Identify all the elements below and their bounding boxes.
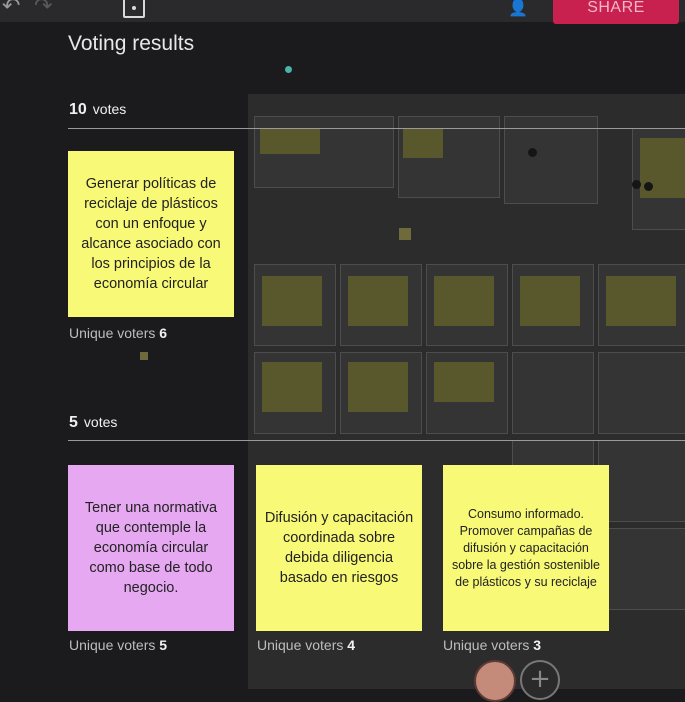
board-dot	[285, 66, 292, 73]
group-divider	[68, 128, 685, 129]
redo-icon[interactable]: ↷	[34, 0, 52, 19]
vote-count: 5	[69, 414, 78, 431]
vote-group-header: 10 votes	[69, 101, 126, 119]
plus-icon: +	[529, 664, 551, 694]
board-marker	[140, 352, 148, 360]
unique-voters-count: 5	[159, 637, 168, 653]
sticky-note-text: Tener una normativa que contemple la eco…	[84, 500, 218, 596]
unique-voters: Unique voters 4	[257, 637, 355, 653]
share-button-label: SHARE	[587, 0, 645, 16]
vote-group-header: 5 votes	[69, 414, 117, 432]
unique-voters-label: Unique voters	[257, 637, 344, 653]
sticky-note-text: Difusión y capacitación coordinada sobre…	[264, 510, 414, 586]
page-title: Voting results	[68, 32, 195, 55]
frame-tool-icon[interactable]	[123, 0, 145, 18]
unique-voters: Unique voters 6	[69, 325, 167, 341]
add-collaborator-button[interactable]: +	[520, 660, 560, 700]
vote-count: 10	[69, 101, 87, 118]
top-toolbar: ↶ ↷ 👤 SHARE	[0, 0, 685, 24]
share-button[interactable]: SHARE	[553, 0, 679, 24]
unique-voters-label: Unique voters	[69, 637, 156, 653]
sticky-note[interactable]: Difusión y capacitación coordinada sobre…	[256, 465, 422, 631]
user-icon[interactable]: 👤	[508, 0, 528, 17]
undo-icon[interactable]: ↶	[2, 0, 20, 19]
avatar[interactable]	[474, 660, 516, 702]
unique-voters-count: 3	[533, 637, 542, 653]
unique-voters-label: Unique voters	[443, 637, 530, 653]
sticky-note[interactable]: Tener una normativa que contemple la eco…	[68, 465, 234, 631]
unique-voters: Unique voters 5	[69, 637, 167, 653]
sticky-note-text: Generar políticas de reciclaje de plásti…	[81, 176, 221, 292]
unique-voters: Unique voters 3	[443, 637, 541, 653]
unique-voters-count: 6	[159, 325, 168, 341]
sticky-note-text: Consumo informado. Promover campañas de …	[451, 506, 600, 589]
group-divider	[68, 440, 685, 441]
sticky-note[interactable]: Generar políticas de reciclaje de plásti…	[68, 151, 234, 317]
vote-suffix: votes	[92, 101, 127, 117]
vote-suffix: votes	[83, 414, 118, 430]
board-marker	[399, 228, 411, 240]
unique-voters-count: 4	[347, 637, 356, 653]
unique-voters-label: Unique voters	[69, 325, 156, 341]
sticky-note[interactable]: Consumo informado. Promover campañas de …	[443, 465, 609, 631]
